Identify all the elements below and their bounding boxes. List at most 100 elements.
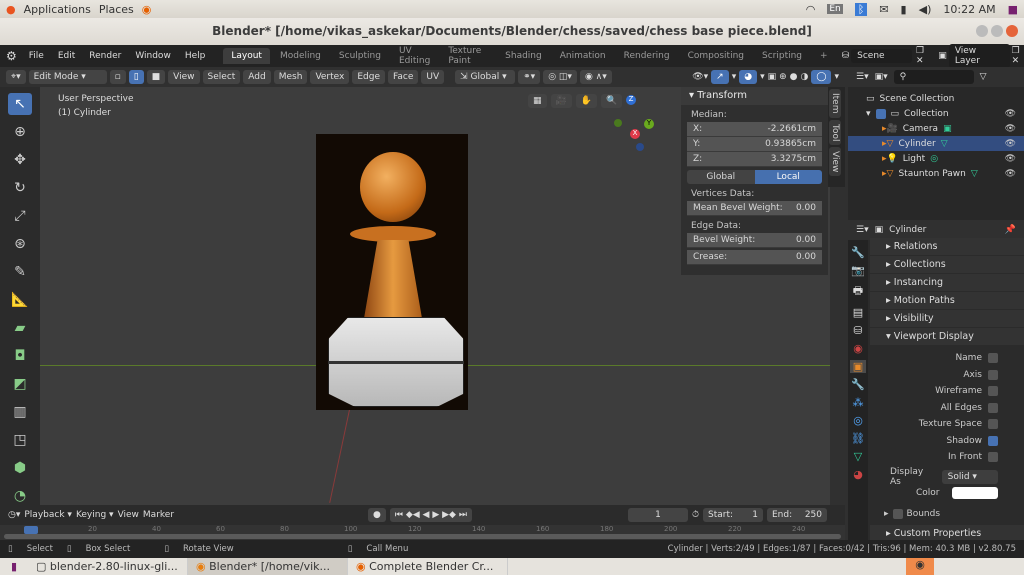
clock[interactable]: 10:22 AM [943, 3, 995, 16]
menu-playback[interactable]: Playback ▾ [24, 510, 72, 520]
move-tool-icon[interactable]: ✥ [8, 149, 32, 171]
particles-tab-icon[interactable]: ⁂ [853, 396, 864, 409]
section-visibility[interactable]: ▸ Visibility [870, 310, 1024, 328]
crease-field[interactable]: Crease: 0.00 [687, 250, 822, 265]
tool-tab-icon[interactable]: 🔧 [851, 246, 865, 259]
power-icon[interactable]: ■ [1008, 3, 1018, 16]
transform-tool-icon[interactable]: ⊛ [8, 233, 32, 255]
overlay-toggle[interactable]: ◕ [739, 70, 758, 84]
y-field[interactable]: Y: 0.93865cm [687, 137, 822, 152]
gizmo-neg-z[interactable] [636, 143, 644, 151]
vertex-select-button[interactable]: ▫ [109, 70, 126, 84]
camera-view-icon[interactable]: 🎥 [550, 94, 572, 108]
mean-bevel-weight-field[interactable]: Mean Bevel Weight: 0.00 [687, 201, 822, 216]
shading-rendered[interactable]: ◯ [811, 70, 832, 84]
menu-select[interactable]: Select [202, 70, 241, 84]
proportional-edit-button[interactable]: ◉ ∧▾ [579, 70, 612, 84]
add-workspace-button[interactable]: + [812, 48, 836, 64]
measure-tool-icon[interactable]: 📐 [8, 289, 32, 311]
playhead[interactable] [24, 526, 38, 534]
tab-tool[interactable]: Tool [829, 119, 841, 145]
menu-render[interactable]: Render [83, 49, 127, 63]
gizmo-y[interactable]: Y [644, 119, 654, 129]
timeline-scrubber[interactable]: 20 40 60 80 100 120 140 160 180 200 220 240 [0, 525, 845, 540]
bluetooth-icon[interactable]: ᛒ [854, 2, 868, 16]
scene-field[interactable]: Scene [851, 49, 912, 63]
display-row-checkbox[interactable] [988, 369, 998, 380]
wifi-icon[interactable]: ◠ [806, 3, 816, 16]
pivot-button[interactable]: ⚭▾ [518, 70, 541, 84]
eye-icon[interactable]: 👁 [1005, 154, 1016, 164]
rotate-tool-icon[interactable]: ↻ [8, 177, 32, 199]
menu-edit[interactable]: Edit [52, 49, 81, 63]
section-relations[interactable]: ▸ Relations [870, 238, 1024, 256]
display-row-checkbox[interactable] [988, 419, 998, 430]
filter-view-icon[interactable]: ▣▾ [875, 72, 888, 82]
tab-animation[interactable]: Animation [552, 48, 614, 64]
editor-type-button[interactable]: ⌖▾ [6, 70, 26, 84]
pin-icon[interactable]: 📌 [1005, 225, 1016, 235]
menu-add[interactable]: Add [243, 70, 271, 84]
constraints-tab-icon[interactable]: ⛓ [851, 432, 865, 445]
bounds-row[interactable]: ▸ Bounds [870, 506, 1024, 523]
shading-dropdown[interactable]: ▾ [834, 72, 839, 82]
eye-icon[interactable]: 👁 [1005, 169, 1016, 179]
mail-icon[interactable]: ✉ [879, 3, 888, 16]
object-tab-icon[interactable]: ▣ [849, 360, 867, 373]
global-button[interactable]: Global [687, 170, 755, 184]
tab-texture-paint[interactable]: Texture Paint [440, 43, 495, 69]
transform-header[interactable]: ▾ Transform [681, 87, 828, 105]
color-swatch[interactable] [951, 487, 998, 500]
editor-type-icon[interactable]: ◷▾ [8, 510, 20, 520]
outliner-cylinder[interactable]: ▸▽ Cylinder ▽ 👁 [848, 136, 1024, 151]
outliner-light[interactable]: ▸💡 Light ◎ 👁 [848, 151, 1024, 166]
x-field[interactable]: X: -2.2661cm [687, 122, 822, 137]
tab-view[interactable]: View [829, 146, 841, 177]
applications-menu[interactable]: Applications [24, 3, 91, 16]
bounds-checkbox[interactable] [892, 508, 903, 519]
mode-select[interactable]: Edit Mode ▾ [28, 70, 107, 84]
annotate-tool-icon[interactable]: ✎ [8, 261, 32, 283]
view-layer-tab-icon[interactable]: ▤ [853, 306, 863, 319]
extrude-tool-icon[interactable]: ▰ [8, 317, 32, 339]
outliner-camera[interactable]: ▸🎥 Camera ▣ 👁 [848, 121, 1024, 136]
tab-layout[interactable]: Layout [223, 48, 270, 64]
shading-solid[interactable]: ● [790, 72, 798, 82]
stopwatch-icon[interactable]: ⏱ [692, 510, 699, 520]
menu-edge[interactable]: Edge [352, 70, 386, 84]
modifier-tab-icon[interactable]: 🔧 [851, 378, 865, 391]
volume-icon[interactable]: ◀) [919, 3, 932, 16]
section-collections[interactable]: ▸ Collections [870, 256, 1024, 274]
menu-uv[interactable]: UV [421, 70, 445, 84]
close-button[interactable] [1006, 25, 1018, 37]
tab-modeling[interactable]: Modeling [272, 48, 329, 64]
editor-type-icon[interactable]: ☰▾ [856, 225, 869, 235]
tab-shading[interactable]: Shading [497, 48, 550, 64]
eye-icon[interactable]: 👁 [1005, 109, 1016, 119]
gizmo-z[interactable]: Z [626, 95, 636, 105]
eye-icon[interactable]: 👁 [1005, 139, 1016, 149]
pan-hand-icon[interactable]: ✋ [575, 94, 597, 108]
menu-mesh[interactable]: Mesh [273, 70, 308, 84]
poly-build-tool-icon[interactable]: ⬢ [8, 457, 32, 479]
menu-keying[interactable]: Keying ▾ [76, 510, 114, 520]
scale-tool-icon[interactable]: ⤢ [8, 205, 32, 227]
display-row-checkbox[interactable] [988, 435, 998, 446]
outliner-collection[interactable]: ▾ ▭ Collection 👁 [848, 106, 1024, 121]
menu-view[interactable]: View [168, 70, 200, 84]
tab-rendering[interactable]: Rendering [616, 48, 678, 64]
display-row-checkbox[interactable] [988, 386, 998, 397]
menu-window[interactable]: Window [129, 49, 177, 63]
ubuntu-icon[interactable]: ● [6, 3, 16, 16]
display-row-checkbox[interactable] [988, 353, 998, 364]
gizmo-x[interactable]: X [630, 129, 640, 139]
navigation-gizmo[interactable]: Z Y X [610, 95, 660, 155]
outliner-scene-collection[interactable]: ▭ Scene Collection [848, 91, 1024, 106]
visibility-button[interactable]: 👁▾ [692, 72, 708, 82]
knife-tool-icon[interactable]: ◳ [8, 429, 32, 451]
render-tab-icon[interactable]: 📷 [851, 264, 865, 277]
tab-item[interactable]: Item [829, 89, 841, 118]
task-firefox[interactable]: ◉ Complete Blender Cr... [348, 558, 508, 575]
task-blender[interactable]: ◉ Blender* [/home/vik... [188, 558, 348, 575]
workspace-switcher[interactable]: ◉ [906, 558, 934, 575]
